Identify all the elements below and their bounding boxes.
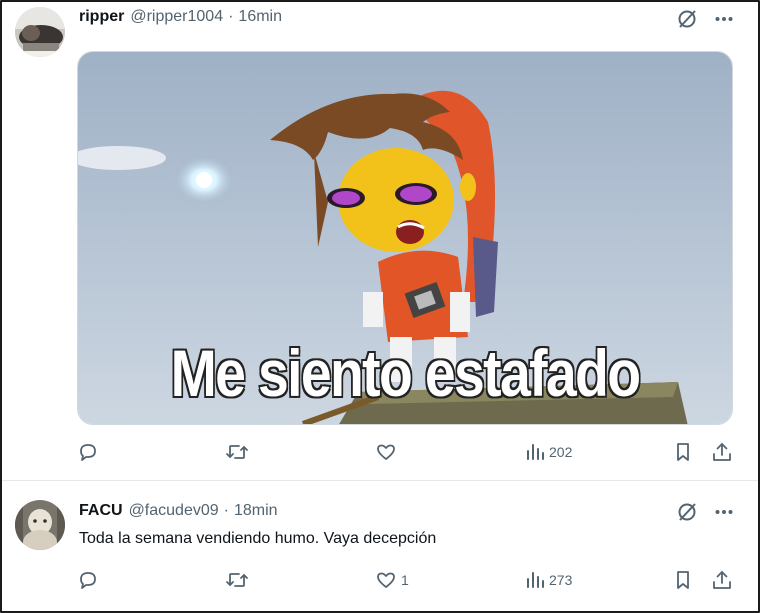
like-button[interactable] bbox=[375, 441, 401, 463]
tweet-top-actions bbox=[676, 501, 734, 523]
timestamp[interactable]: 18min bbox=[234, 502, 278, 520]
heart-icon bbox=[375, 569, 397, 591]
tweet-actions: 202 bbox=[77, 441, 737, 465]
retweet-button[interactable] bbox=[225, 441, 253, 463]
views-count: 202 bbox=[549, 444, 573, 460]
like-count: 1 bbox=[401, 572, 409, 588]
share-button[interactable] bbox=[711, 569, 733, 591]
bookmark-button[interactable] bbox=[673, 569, 693, 591]
more-dots-icon[interactable] bbox=[714, 9, 734, 29]
heart-icon bbox=[375, 441, 397, 463]
views-button[interactable]: 202 bbox=[525, 441, 572, 463]
tweet[interactable]: FACU @facudev09 · 18min Toda la semana v… bbox=[2, 480, 758, 611]
reply-bubble-icon bbox=[77, 569, 99, 591]
share-button[interactable] bbox=[711, 441, 733, 463]
timeline-frame: ripper @ripper1004 · 16min Me siento est… bbox=[0, 0, 760, 613]
display-name[interactable]: FACU bbox=[79, 502, 123, 520]
reply-button[interactable] bbox=[77, 569, 103, 591]
timestamp[interactable]: 16min bbox=[238, 8, 282, 26]
views-count: 273 bbox=[549, 572, 573, 588]
retweet-arrows-icon bbox=[225, 441, 249, 463]
display-name[interactable]: ripper bbox=[79, 8, 124, 26]
views-bars-icon bbox=[525, 441, 545, 463]
grok-slash-icon[interactable] bbox=[676, 501, 698, 523]
tweet-header: FACU @facudev09 · 18min bbox=[79, 502, 278, 522]
separator-dot: · bbox=[228, 8, 234, 25]
meme-caption: Me siento estafado bbox=[169, 335, 642, 412]
share-upload-icon bbox=[711, 569, 733, 591]
user-handle[interactable]: @facudev09 bbox=[129, 502, 219, 520]
retweet-button[interactable] bbox=[225, 569, 253, 591]
like-button[interactable]: 1 bbox=[375, 569, 409, 591]
tweet-header: ripper @ripper1004 · 16min bbox=[79, 8, 282, 28]
tweet-text: Toda la semana vendiendo humo. Vaya dece… bbox=[79, 530, 437, 547]
avatar[interactable] bbox=[15, 500, 65, 550]
share-upload-icon bbox=[711, 441, 733, 463]
reply-button[interactable] bbox=[77, 441, 103, 463]
grok-slash-icon[interactable] bbox=[676, 8, 698, 30]
tweet-actions: 1 273 bbox=[77, 569, 737, 593]
views-bars-icon bbox=[525, 569, 545, 591]
user-handle[interactable]: @ripper1004 bbox=[130, 8, 223, 26]
tweet[interactable]: ripper @ripper1004 · 16min Me siento est… bbox=[2, 2, 758, 480]
bookmark-icon bbox=[673, 569, 693, 591]
reply-bubble-icon bbox=[77, 441, 99, 463]
separator-dot: · bbox=[223, 502, 229, 519]
avatar[interactable] bbox=[15, 7, 65, 57]
bookmark-button[interactable] bbox=[673, 441, 693, 463]
views-button[interactable]: 273 bbox=[525, 569, 572, 591]
bookmark-icon bbox=[673, 441, 693, 463]
tweet-top-actions bbox=[676, 8, 734, 30]
more-dots-icon[interactable] bbox=[714, 502, 734, 522]
tweet-media-image[interactable]: Me siento estafado bbox=[77, 51, 733, 425]
retweet-arrows-icon bbox=[225, 569, 249, 591]
